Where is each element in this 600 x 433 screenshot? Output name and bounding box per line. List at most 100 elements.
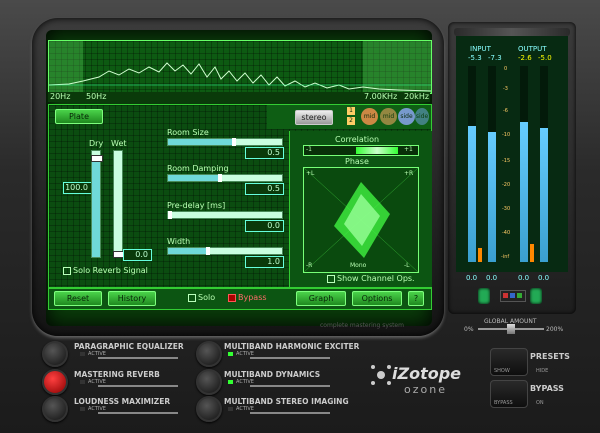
meter-led-red xyxy=(503,293,508,298)
width-value[interactable]: 1.0 xyxy=(245,256,284,268)
phase-label: Phase xyxy=(345,157,369,166)
reverb-active-led xyxy=(80,380,85,384)
module-stereo-imaging[interactable]: MULTIBAND STEREO IMAGING xyxy=(224,397,349,406)
room-size-value[interactable]: 0.5 xyxy=(245,147,284,159)
dry-value[interactable]: 100.0 xyxy=(63,182,92,194)
dry-fader-handle[interactable] xyxy=(91,155,103,162)
maximizer-power-knob[interactable] xyxy=(42,396,68,422)
help-button[interactable]: ? xyxy=(408,291,424,306)
gain-reduction-out xyxy=(530,244,534,262)
scale-30: -30 xyxy=(502,206,511,212)
history-button[interactable]: History xyxy=(108,291,156,306)
phase-mono: Mono xyxy=(350,262,367,269)
bypass-main-label: BYPASS xyxy=(530,384,564,393)
output-label: OUTPUT xyxy=(518,45,547,53)
global-amount-handle[interactable] xyxy=(507,324,515,334)
width-handle[interactable] xyxy=(206,247,210,255)
meter-led-green xyxy=(517,293,522,298)
global-amount-slider[interactable] xyxy=(478,324,544,334)
graph-button[interactable]: Graph xyxy=(296,291,346,306)
wet-fader[interactable] xyxy=(113,150,125,258)
presets-hide-label: HIDE xyxy=(536,368,549,374)
solo-checkbox[interactable] xyxy=(188,294,196,302)
imaging-power-knob[interactable] xyxy=(196,396,222,422)
frequency-scale: 20Hz 50Hz 7.00KHz 20kHz xyxy=(48,92,430,102)
phase-minus-l: -L xyxy=(404,262,410,269)
room-damping-value[interactable]: 0.5 xyxy=(245,183,284,195)
dynamics-amount-slider[interactable] xyxy=(250,385,330,387)
output-left-peak: -2.6 xyxy=(518,54,532,62)
spectrum-display[interactable] xyxy=(48,40,432,94)
module-loudness-maximizer[interactable]: LOUDNESS MAXIMIZER xyxy=(74,397,170,406)
dry-fader-fill xyxy=(92,159,100,257)
band-1-button[interactable]: 1 xyxy=(347,107,355,115)
module-multiband-dynamics[interactable]: MULTIBAND DYNAMICS xyxy=(224,370,320,379)
width-fill xyxy=(168,248,206,254)
dry-fader[interactable] xyxy=(91,150,103,258)
eq-amount-slider[interactable] xyxy=(98,357,178,359)
scale-10: -10 xyxy=(502,132,511,138)
width-slider[interactable] xyxy=(167,247,283,255)
input-right-bar xyxy=(488,132,496,262)
band-4-side-button[interactable]: side xyxy=(398,108,415,125)
bypass-checkbox[interactable] xyxy=(228,294,236,302)
exciter-power-knob[interactable] xyxy=(196,341,222,367)
izotope-logo-icon xyxy=(371,365,391,385)
solo-reverb-checkbox[interactable] xyxy=(63,267,71,275)
room-size-slider[interactable] xyxy=(167,138,283,146)
correlation-bar xyxy=(356,147,398,154)
room-size-handle[interactable] xyxy=(232,138,236,146)
options-button[interactable]: Options xyxy=(352,291,402,306)
input-link-button[interactable] xyxy=(478,288,490,304)
reverb-panel: Plate stereo 1 2 mid mid side side Dry W… xyxy=(48,104,432,288)
meter-top-cap xyxy=(454,28,570,36)
room-size-label: Room Size xyxy=(167,128,209,137)
pre-delay-handle[interactable] xyxy=(168,211,172,219)
maximizer-amount-slider[interactable] xyxy=(98,412,178,414)
freq-label-20khz: 20kHz xyxy=(404,92,430,101)
correlation-meter: -1 +1 xyxy=(303,145,419,156)
solo-label: Solo xyxy=(198,293,216,302)
output-right-peak: -5.0 xyxy=(538,54,552,62)
show-channel-ops-checkbox[interactable] xyxy=(327,275,335,283)
output-left-value: 0.0 xyxy=(518,274,530,282)
pre-delay-value[interactable]: 0.0 xyxy=(245,220,284,232)
exciter-amount-slider[interactable] xyxy=(250,357,330,359)
room-damping-handle[interactable] xyxy=(218,174,222,182)
logo-brand: iZotope xyxy=(392,364,462,383)
output-link-button[interactable] xyxy=(530,288,542,304)
module-harmonic-exciter[interactable]: MULTIBAND HARMONIC EXCITER xyxy=(224,342,359,351)
scale-40: -40 xyxy=(502,230,511,236)
input-right-value: 0.0 xyxy=(486,274,498,282)
band-3-mid-alt-button[interactable]: mid xyxy=(380,108,397,125)
band-3-mid-button[interactable]: mid xyxy=(361,108,378,125)
band-2-button[interactable]: 2 xyxy=(347,117,355,125)
input-left-peak: -5.3 xyxy=(468,54,482,62)
dynamics-active-led xyxy=(228,380,233,384)
phase-scope: +L +R -R Mono -L xyxy=(303,167,419,273)
room-damping-slider[interactable] xyxy=(167,174,283,182)
module-paragraphic-eq[interactable]: PARAGRAPHIC EQUALIZER xyxy=(74,342,184,351)
correlation-min: -1 xyxy=(306,146,312,153)
pre-delay-slider[interactable] xyxy=(167,211,283,219)
wet-value[interactable]: 0.0 xyxy=(123,249,152,261)
phase-scope-plot xyxy=(304,168,418,272)
dynamics-power-knob[interactable] xyxy=(196,369,222,395)
reset-button[interactable]: Reset xyxy=(54,291,102,306)
reverb-preset-button[interactable]: Plate xyxy=(55,109,103,124)
global-amount-min: 0% xyxy=(464,326,474,333)
meter-mode-leds[interactable] xyxy=(500,290,526,302)
scale-0: 0 xyxy=(504,66,508,72)
phase-plus-r: +R xyxy=(404,170,414,177)
bypass-label: Bypass xyxy=(238,293,267,302)
meter-led-blue xyxy=(510,293,515,298)
imaging-amount-slider[interactable] xyxy=(250,412,330,414)
presets-label: PRESETS xyxy=(530,352,570,361)
module-mastering-reverb[interactable]: MASTERING REVERB xyxy=(74,370,160,379)
reverb-amount-slider[interactable] xyxy=(98,385,178,387)
band-4-side-alt-button[interactable]: side xyxy=(415,108,429,125)
reverb-power-knob[interactable] xyxy=(42,369,68,395)
width-label: Width xyxy=(167,237,191,246)
stereo-button[interactable]: stereo xyxy=(295,110,333,125)
eq-power-knob[interactable] xyxy=(42,341,68,367)
